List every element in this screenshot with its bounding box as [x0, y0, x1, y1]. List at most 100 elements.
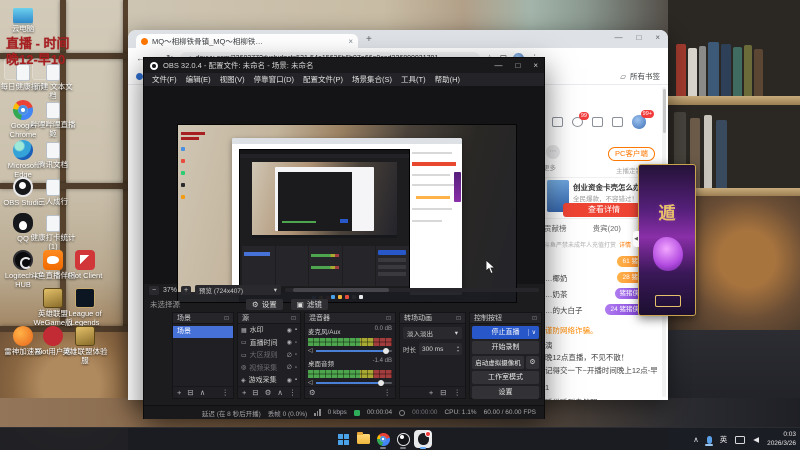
speaker-icon[interactable]: ◁ — [308, 379, 313, 386]
new-tab-button[interactable]: + — [366, 34, 372, 45]
add-transition-button[interactable]: + — [429, 388, 433, 397]
obs-maximize-button[interactable]: □ — [515, 61, 520, 70]
lock-icon[interactable]: ▫ — [295, 352, 297, 358]
desktop-volume-slider[interactable] — [315, 379, 392, 386]
close-button[interactable]: × — [655, 33, 660, 42]
source-item-game-capture[interactable]: ◈ 游戏采集 ◉ ▪ — [238, 374, 300, 387]
ad-detail-button[interactable]: 查看详情 — [563, 203, 645, 217]
package-icon[interactable] — [612, 117, 623, 127]
desktop-icon-lol[interactable]: League of Legends — [62, 288, 108, 327]
menu-view[interactable]: 视图(V) — [220, 74, 245, 85]
qq-taskbar-button[interactable] — [414, 430, 432, 449]
maximize-button[interactable]: □ — [636, 33, 641, 42]
obs-minimize-button[interactable]: — — [494, 61, 502, 70]
transition-menu-icon[interactable]: ⋮ — [454, 388, 462, 397]
menu-help[interactable]: 帮助(H) — [435, 74, 460, 85]
obs-taskbar-button[interactable] — [394, 430, 412, 449]
source-up-button[interactable]: ∧ — [277, 388, 283, 397]
preview-hscrollbar[interactable] — [285, 288, 539, 292]
virtual-camera-config-button[interactable]: ⚙ — [526, 356, 539, 369]
scenes-menu-icon[interactable]: ⋮ — [222, 388, 230, 397]
pc-client-button[interactable]: PC客户端 — [608, 147, 655, 161]
mixer-gear-icon[interactable]: ⚙ — [309, 388, 316, 397]
file-explorer-button[interactable] — [354, 430, 372, 448]
lock-icon[interactable]: ▫ — [295, 340, 297, 346]
source-item-live-time[interactable]: ▭ 直播时间 ◉ ▫ — [238, 337, 300, 350]
scene-item-selected[interactable]: 场景 — [173, 326, 233, 338]
eye-off-icon[interactable]: ∅ — [287, 352, 292, 359]
ime-indicator[interactable]: 英 — [720, 434, 728, 445]
remove-transition-button[interactable]: ⊟ — [440, 388, 446, 397]
desktop-icon-it-takes-two[interactable]: 三人成行 — [30, 177, 76, 207]
eye-off-icon[interactable]: ∅ — [287, 364, 292, 371]
eye-icon[interactable]: ◉ — [287, 377, 292, 384]
zoom-out-button[interactable]: − — [149, 285, 159, 295]
tab-contribution[interactable]: 贡献榜 — [544, 223, 567, 234]
mic-volume-slider[interactable] — [315, 347, 392, 354]
preview-mode-dropdown[interactable]: 预览 (724x407) ▾ — [195, 285, 282, 295]
menu-profile[interactable]: 配置文件(P) — [303, 74, 343, 85]
add-scene-button[interactable]: + — [177, 388, 181, 397]
source-item-region-rules[interactable]: ▭ 大区规则 ∅ ▫ — [238, 349, 300, 362]
studio-mode-button[interactable]: 工作室模式 — [472, 371, 539, 384]
stop-streaming-button[interactable]: 停止直播 ∨ — [472, 326, 539, 339]
start-button[interactable] — [334, 430, 352, 448]
speaker-tray-icon[interactable]: ◀ — [753, 435, 759, 444]
desktop-icon-bilibili-live[interactable]: 哔哩哔哩直播姬 — [30, 100, 76, 138]
tab-vip[interactable]: 贵宾(20) — [593, 223, 621, 234]
start-recording-button[interactable]: 开始录制 — [472, 341, 539, 354]
chevron-down-icon[interactable]: ∨ — [527, 328, 536, 336]
microphone-tray-icon[interactable] — [705, 435, 714, 446]
transition-duration-input[interactable]: 300 ms ▴ ▾ — [419, 343, 462, 355]
desktop-icon-lol-pbe[interactable]: 英雄联盟体验服 — [62, 326, 108, 365]
transition-type-dropdown[interactable]: 淡入淡出 ▾ — [403, 327, 462, 339]
eye-icon[interactable]: ◉ — [287, 339, 292, 346]
tab-close-icon[interactable]: × — [348, 37, 353, 46]
remove-scene-button[interactable]: ⊟ — [187, 388, 193, 397]
preview-desktop-thumbnail[interactable] — [177, 124, 517, 303]
lock-icon[interactable]: ▪ — [295, 327, 297, 333]
minimize-button[interactable]: — — [614, 33, 622, 42]
tray-chevron-icon[interactable]: ∧ — [693, 435, 699, 444]
spin-down-icon[interactable]: ▾ — [457, 349, 459, 353]
desktop-icon-cloud-pc[interactable]: 云电脑 — [0, 5, 46, 34]
start-virtual-camera-button[interactable]: 启动虚拟摄像机 — [472, 356, 524, 369]
eye-icon[interactable]: ◉ — [287, 327, 292, 334]
collapse-arrow-icon[interactable]: ◀ — [633, 231, 639, 247]
video-icon[interactable] — [552, 117, 563, 127]
menu-docks[interactable]: 停靠窗口(D) — [254, 74, 294, 85]
lock-icon[interactable]: ▪ — [295, 377, 297, 383]
source-item-watermark[interactable]: ▦ 水印 ◉ ▪ — [238, 324, 300, 337]
activity-poster[interactable]: 遁 ◀ — [633, 164, 696, 316]
desktop-icon-riot-client[interactable]: Riot Client — [62, 250, 108, 281]
source-properties-icon[interactable]: ⚙ — [265, 388, 272, 397]
obs-close-button[interactable]: × — [533, 61, 538, 70]
mixer-menu-icon[interactable]: ⋮ — [384, 388, 392, 397]
source-item-video-capture[interactable]: ◎ 视频采集 ∅ ▫ — [238, 362, 300, 375]
scene-up-button[interactable]: ∧ — [200, 388, 206, 397]
obs-settings-button[interactable]: 设置 — [472, 386, 539, 399]
lamp-icon[interactable] — [592, 117, 603, 127]
add-source-button[interactable]: + — [242, 388, 246, 397]
desktop-icon-checkin-stats[interactable]: 健康打卡统计(1) — [30, 213, 76, 251]
zoom-in-button[interactable]: + — [181, 285, 192, 295]
menu-tools[interactable]: 工具(T) — [401, 74, 426, 85]
menu-scene-collection[interactable]: 场景集合(S) — [352, 74, 392, 85]
display-tray-icon[interactable] — [735, 435, 746, 444]
sources-menu-icon[interactable]: ⋮ — [289, 388, 297, 397]
browser-tab[interactable]: MQ～相柳铁骨镇_MQ～相柳铁… × — [136, 34, 358, 48]
obs-titlebar[interactable]: OBS 32.0.4 - 配置文件: 未命名 - 场景: 未命名 — □ × — [144, 58, 544, 73]
source-filters-button[interactable]: ▣ 滤镜 — [290, 299, 328, 310]
notice-link[interactable]: 详情 — [619, 240, 631, 249]
menu-edit[interactable]: 编辑(E) — [186, 74, 211, 85]
menu-file[interactable]: 文件(F) — [152, 74, 177, 85]
speaker-icon[interactable]: ◁ — [308, 347, 313, 354]
desktop-icon-tencent-doc[interactable]: 腾讯文档 — [30, 140, 76, 170]
lock-icon[interactable]: ▫ — [295, 365, 297, 371]
source-properties-button[interactable]: ⚙ 设置 — [246, 299, 283, 310]
remove-source-button[interactable]: ⊟ — [252, 388, 258, 397]
chrome-taskbar-button[interactable] — [374, 430, 392, 449]
all-bookmarks[interactable]: 所有书签 — [630, 71, 660, 82]
scrollbar-thumb[interactable] — [662, 89, 666, 133]
taskbar-clock[interactable]: 0:03 2026/3/26 — [767, 431, 796, 447]
